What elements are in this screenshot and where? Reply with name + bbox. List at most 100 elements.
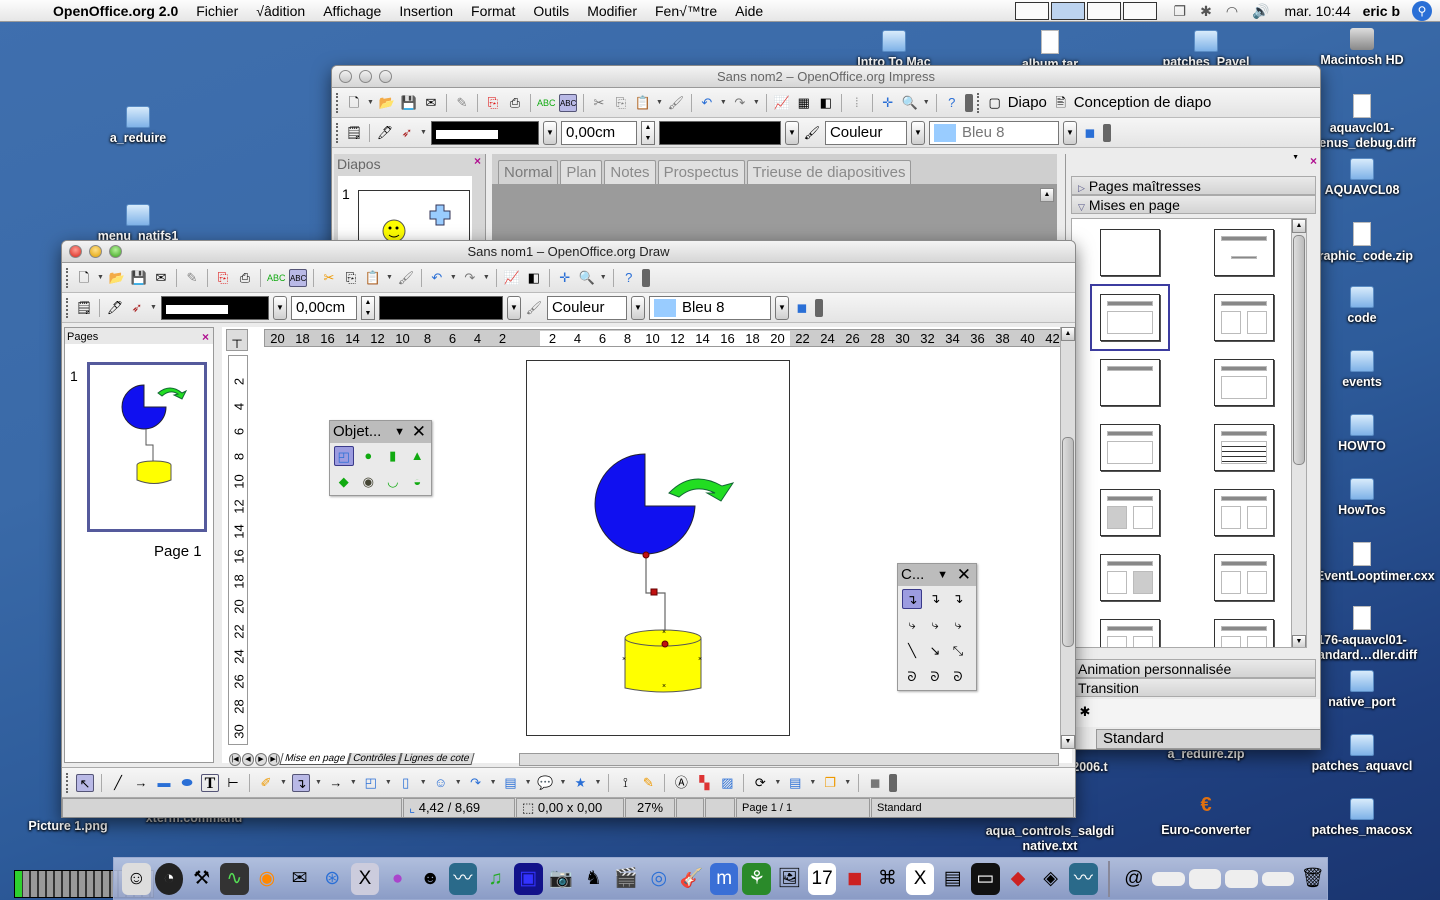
line-tool-icon[interactable]: ╱ xyxy=(109,774,127,792)
dock-app-icon[interactable]: ▣ xyxy=(513,862,543,895)
dock-app-icon[interactable]: ⌘ xyxy=(873,863,902,895)
scroll-up-arrow[interactable]: ▲ xyxy=(1061,327,1075,341)
layouts-scrollbar[interactable]: ▲ ▼ xyxy=(1291,219,1306,647)
sphere-icon[interactable]: ● xyxy=(359,446,378,466)
curved-connector-icon[interactable]: ᘐ xyxy=(902,667,922,687)
drawing-page[interactable]: × × × × xyxy=(526,360,790,736)
helplines-icon[interactable]: ✛ xyxy=(879,94,897,112)
pyramid-icon[interactable]: ◆ xyxy=(334,472,354,492)
straight-connector-arrow-icon[interactable]: ↘ xyxy=(925,641,945,661)
dock-safari-icon[interactable]: ⊛ xyxy=(318,863,347,895)
toolbar-grip[interactable] xyxy=(336,92,339,113)
styles-icon[interactable]: 🗒 xyxy=(345,124,363,142)
toolbar-overflow-icon[interactable] xyxy=(814,298,823,317)
task-pane-menu-icon[interactable]: ▼ xyxy=(1292,154,1299,161)
dock-app-icon[interactable]: ◈ xyxy=(1036,863,1065,895)
line-width-field[interactable]: 0,00cm xyxy=(560,120,637,145)
new-document-icon[interactable]: 🗋 xyxy=(345,94,363,112)
toolbar-overflow-icon[interactable] xyxy=(889,773,898,792)
dock-minimized-window[interactable] xyxy=(1225,869,1258,888)
layout-title-chart[interactable] xyxy=(1100,424,1160,471)
connectors-toolbar-title[interactable]: C... ▼ ✕ xyxy=(898,564,976,586)
toolbar-overflow-icon[interactable] xyxy=(964,93,973,112)
shadow-icon[interactable]: ◼ xyxy=(793,299,811,317)
dock-terminal-icon[interactable]: ▭ xyxy=(971,862,1000,895)
menu-outils[interactable]: Outils xyxy=(524,0,578,22)
status-zoom[interactable]: 27% xyxy=(625,798,675,817)
close-button[interactable] xyxy=(339,70,352,83)
tab-dimension-lines[interactable]: Lignes de cote xyxy=(398,753,475,765)
autospellcheck-icon[interactable]: ABC xyxy=(288,268,307,287)
impress-titlebar[interactable]: Sans nom2 – OpenOffice.org Impress xyxy=(332,66,1320,88)
help-icon[interactable]: ? xyxy=(620,269,638,287)
minimize-button[interactable] xyxy=(89,245,102,258)
dock-iphoto-icon[interactable]: 📷 xyxy=(547,863,576,895)
from-file-icon[interactable]: ▚ xyxy=(695,774,713,792)
clone-format-icon[interactable]: 🖌 xyxy=(667,94,685,112)
points-icon[interactable]: ⟟ xyxy=(616,774,634,792)
copy-icon[interactable]: ⎘ xyxy=(342,269,360,287)
print-icon[interactable]: ⎙ xyxy=(506,94,524,112)
layout-title-text-chart[interactable] xyxy=(1214,489,1274,536)
save-icon[interactable]: 💾 xyxy=(400,94,418,112)
wifi-icon[interactable]: ◠ xyxy=(1226,3,1238,20)
area-style-dropdown[interactable]: ▼ xyxy=(910,120,925,145)
scroll-down-arrow[interactable]: ▼ xyxy=(1061,735,1075,749)
email-icon[interactable]: ✉ xyxy=(422,94,440,112)
undo-icon[interactable]: ↶ xyxy=(428,269,446,287)
dock-trash-icon[interactable]: 🗑 xyxy=(1298,863,1327,895)
section-layouts[interactable]: ▽ Mises en page xyxy=(1071,195,1316,214)
desktop-icon-intro-mac-porting[interactable]: Intro To Mac Porting xyxy=(834,30,954,66)
curved-connector-arrow-icon[interactable]: ᘐ xyxy=(925,667,945,687)
first-tab-arrow[interactable]: |◀ xyxy=(229,752,241,766)
tab-prospectus[interactable]: Prospectus xyxy=(657,160,745,184)
chart-icon[interactable]: 📈 xyxy=(503,269,521,287)
horizontal-ruler[interactable]: 20 18 16 14 12 10 8 6 4 2 2 4 6 8 10 12 14 16 18 20 22 24 26 28… xyxy=(264,329,1066,347)
space-2[interactable] xyxy=(1050,2,1085,20)
line-width-spinner[interactable]: ▲ ▼ xyxy=(640,120,655,145)
lines-arrows-icon[interactable]: → xyxy=(327,774,345,792)
dock-minimized-window[interactable] xyxy=(1188,868,1222,889)
toolbar-overflow-icon[interactable] xyxy=(1102,123,1111,142)
line-style-dropdown[interactable]: ▼ xyxy=(272,295,287,320)
arrow-style-icon[interactable]: ➶ xyxy=(128,299,146,317)
spellcheck-icon[interactable]: ABC xyxy=(537,94,556,112)
effects-icon[interactable]: ✱ xyxy=(1076,703,1094,721)
chart-icon[interactable]: 📈 xyxy=(773,94,791,112)
layout-title-only[interactable] xyxy=(1100,359,1160,406)
3d-objects-toolbar-title[interactable]: Objet... ▼ ✕ xyxy=(330,421,431,443)
torus-icon[interactable]: ◉ xyxy=(359,472,379,492)
tab-controls[interactable]: Contrôles xyxy=(347,753,402,765)
connector-line-arrow-icon[interactable]: ⤷ xyxy=(925,615,945,635)
spaces-switcher[interactable] xyxy=(1014,2,1157,20)
tab-plan[interactable]: Plan xyxy=(560,160,603,184)
curve-icon[interactable]: ✐ xyxy=(257,774,275,792)
smiley-icon[interactable]: ☺ xyxy=(432,774,450,792)
toolbar-menu-icon[interactable]: ▼ xyxy=(394,421,405,443)
area-color-select[interactable]: Bleu 8 xyxy=(648,295,771,320)
spotlight-search-icon[interactable]: ⚲ xyxy=(1412,1,1432,21)
cylinder-tool-icon[interactable]: ▯ xyxy=(397,774,415,792)
dock-openoffice-icon[interactable]: 〰 xyxy=(448,862,478,895)
layout-title-object[interactable] xyxy=(1214,359,1274,406)
cut-icon[interactable]: ✂ xyxy=(320,269,338,287)
half-sphere-icon[interactable]: ◒ xyxy=(408,472,428,492)
line-width-field[interactable]: 0,00cm xyxy=(290,295,357,320)
desktop-icon-album-tar[interactable]: album.tar xyxy=(990,30,1110,66)
close-toolbar-icon[interactable]: ✕ xyxy=(412,421,426,443)
table-icon[interactable]: ▦ xyxy=(795,94,813,112)
connector-standard-arrow-icon[interactable]: ↴ xyxy=(925,589,945,609)
slide-design-icon[interactable]: 🖹 xyxy=(1052,94,1070,112)
dock-app-icon[interactable]: ◼ xyxy=(840,863,869,895)
line-width-spinner[interactable]: ▲ ▼ xyxy=(360,295,375,320)
save-icon[interactable]: 💾 xyxy=(130,269,148,287)
section-master-pages[interactable]: ▷ Pages maîtresses xyxy=(1071,176,1316,195)
layout-title-content[interactable] xyxy=(1090,284,1170,351)
arrow-style-icon[interactable]: ➶ xyxy=(398,124,416,142)
gallery-icon[interactable]: ▨ xyxy=(718,774,736,792)
line-style-select[interactable] xyxy=(160,295,269,320)
block-arrows-icon[interactable]: ↷ xyxy=(467,774,485,792)
menu-fichier[interactable]: Fichier xyxy=(187,0,247,22)
dock-app-icon[interactable]: m xyxy=(709,862,739,895)
connector-standard-icon[interactable]: ↴ xyxy=(902,589,922,609)
